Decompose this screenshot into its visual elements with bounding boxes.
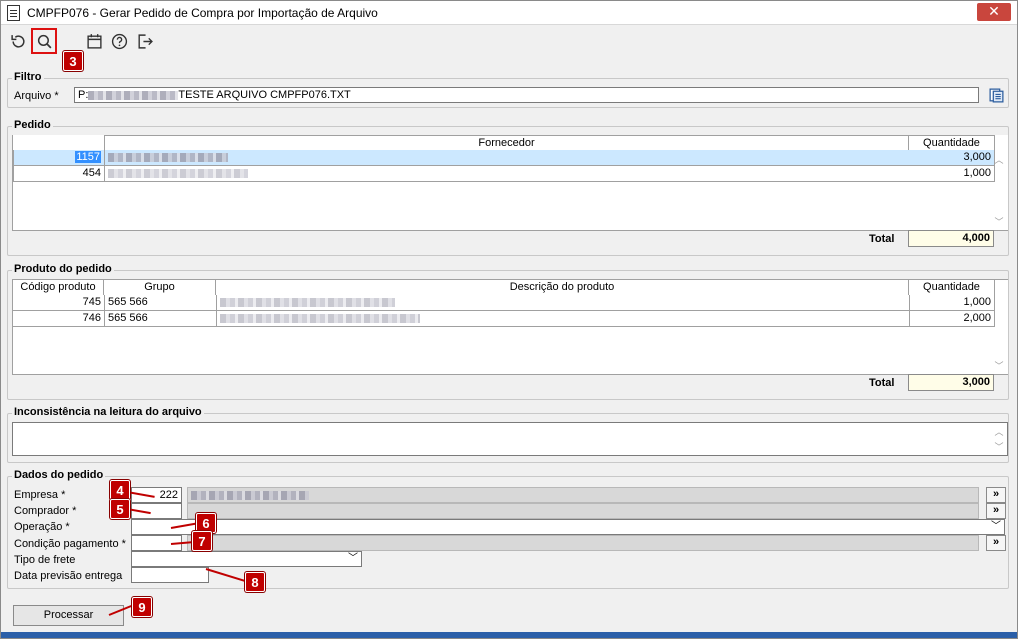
document-icon [7,5,20,21]
pedido-row[interactable]: 454 1,000 [13,166,1008,182]
header-codigo-produto[interactable]: Código produto [13,280,104,295]
produto-descricao [217,295,910,311]
empresa-name-field [187,487,979,503]
step-badge-5: 5 [110,499,130,519]
arquivo-label: Arquivo * [14,90,59,102]
inconsistencia-label: Inconsistência na leitura do arquivo [12,406,204,418]
empresa-label: Empresa * [14,489,66,501]
operacao-select[interactable]: ﹀ [131,519,1005,535]
undo-icon [10,34,25,48]
produto-grupo: 565 566 [105,311,217,327]
frete-select[interactable]: ﹀ [131,551,362,567]
pedido-code: 454 [13,166,105,182]
exit-icon [137,33,153,49]
pedido-quantidade: 3,000 [909,150,995,166]
comprador-lookup-button[interactable]: » [986,503,1006,519]
search-button[interactable] [31,28,57,54]
scroll-up-icon[interactable]: ︿ [992,153,1006,166]
data-input[interactable] [131,567,209,583]
data-label: Data previsão entrega [14,570,123,582]
scroll-up-icon[interactable]: ︿ [992,425,1006,438]
step-badge-6: 6 [196,513,216,533]
bottom-strip [1,632,1017,638]
search-icon [37,34,51,48]
close-button[interactable]: ✕ [977,3,1011,21]
dados-label: Dados do pedido [12,469,106,481]
main-window: CMPFP076 - Gerar Pedido de Compra por Im… [0,0,1018,639]
pedido-fornecedor [105,166,910,182]
condicao-name-field [187,535,979,551]
pedido-quantidade: 1,000 [909,166,995,182]
header-quantidade[interactable]: Quantidade [909,280,995,295]
header-fornecedor[interactable]: Fornecedor [104,135,909,150]
title-bar: CMPFP076 - Gerar Pedido de Compra por Im… [1,1,1017,25]
inconsistencia-textarea[interactable] [12,422,1008,456]
file-browse-icon [988,87,1004,103]
step-badge-7: 7 [192,531,212,551]
produto-label: Produto do pedido [12,263,114,275]
produto-row[interactable]: 745 565 566 1,000 [13,295,1008,311]
produto-grid: Código produto Grupo Descrição do produt… [12,279,1008,375]
processar-button[interactable]: Processar [13,605,124,626]
exit-button[interactable] [133,30,155,52]
pedido-total-label: Total [869,233,895,245]
toolbar [1,26,1017,56]
header-grupo[interactable]: Grupo [104,280,216,295]
browse-file-button[interactable] [986,85,1006,105]
produto-grupo: 565 566 [105,295,217,311]
produto-total-value: 3,000 [908,374,994,391]
header-quantidade[interactable]: Quantidade [909,135,995,150]
condicao-label: Condição pagamento * [14,538,126,550]
step-badge-8: 8 [245,572,265,592]
produto-total-label: Total [869,377,895,389]
scroll-down-icon[interactable]: ﹀ [992,440,1006,453]
produto-quantidade: 2,000 [909,311,995,327]
produto-row[interactable]: 746 565 566 2,000 [13,311,1008,327]
condicao-lookup-button[interactable]: » [986,535,1006,551]
produto-descricao [217,311,910,327]
arquivo-input[interactable]: P: TESTE ARQUIVO CMPFP076.TXT [74,87,979,103]
produto-codigo: 746 [13,311,105,327]
produto-codigo: 745 [13,295,105,311]
frete-label: Tipo de frete [14,554,76,566]
pedido-grid: Fornecedor Quantidade 1157 3,000 454 1,0… [12,135,1008,231]
empresa-lookup-button[interactable]: » [986,487,1006,503]
pedido-total-value: 4,000 [908,230,994,247]
pedido-code: 1157 [75,151,101,163]
window-title: CMPFP076 - Gerar Pedido de Compra por Im… [27,6,378,20]
comprador-label: Comprador * [14,505,77,517]
chevron-down-icon: ﹀ [348,553,358,564]
scroll-down-icon[interactable]: ﹀ [992,215,1006,228]
pedido-row[interactable]: 1157 3,000 [13,150,1008,166]
calendar-icon [86,33,102,49]
comprador-name-field [187,503,979,519]
help-button[interactable] [108,30,130,52]
pedido-fornecedor [105,150,910,166]
help-icon [111,33,127,49]
undo-button[interactable] [7,30,29,52]
scroll-down-icon[interactable]: ﹀ [992,359,1006,372]
filtro-label: Filtro [12,71,44,83]
operacao-label: Operação * [14,521,70,533]
calendar-button[interactable] [83,30,105,52]
chevron-down-icon: ﹀ [991,521,1001,532]
step-badge-9: 9 [132,597,152,617]
header-descricao[interactable]: Descrição do produto [216,280,909,295]
step-badge-3: 3 [63,51,83,71]
step-badge-4: 4 [110,480,130,500]
produto-quantidade: 1,000 [909,295,995,311]
pedido-label: Pedido [12,119,53,131]
